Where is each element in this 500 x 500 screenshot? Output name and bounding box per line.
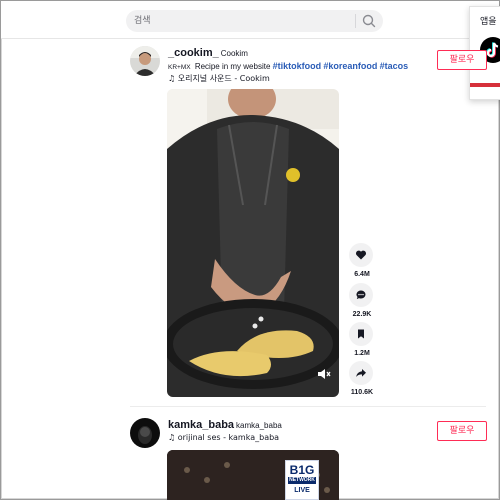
search-icon[interactable]: [361, 13, 377, 29]
music-link[interactable]: ♫ orijinal ses - kamka_baba: [168, 433, 279, 442]
hashtag-link[interactable]: #tacos: [380, 61, 409, 71]
search-divider: [355, 14, 356, 28]
share-count: 110.6K: [350, 389, 374, 396]
comment-button[interactable]: [349, 283, 373, 307]
popup-accent-bar: [470, 83, 500, 87]
post-caption: KR+MX Recipe in my website #tiktokfood #…: [168, 61, 408, 71]
save-count: 1.2M: [354, 350, 370, 357]
follow-button[interactable]: 팔로우: [437, 50, 487, 70]
avatar[interactable]: [130, 46, 160, 76]
heart-icon: [355, 250, 367, 260]
like-button[interactable]: [349, 243, 373, 267]
share-icon: [356, 369, 366, 377]
music-title[interactable]: orijinal ses - kamka_baba: [178, 433, 279, 442]
live-label: LIVE: [294, 487, 310, 494]
post-nickname: Cookim: [220, 49, 248, 58]
hashtag-link[interactable]: #tiktokfood: [273, 61, 322, 71]
top-bar: [1, 1, 499, 39]
video-player[interactable]: B1G NETWORK LIVE: [167, 450, 339, 500]
music-title[interactable]: 오리지널 사운드 - Cookim: [178, 74, 270, 83]
get-app-label: 앱을: [480, 17, 497, 27]
network-logo-text: NETWORK: [288, 477, 316, 484]
post-username[interactable]: _cookim_ Cookim: [168, 47, 248, 59]
music-link[interactable]: ♫ 오리지널 사운드 - Cookim: [168, 73, 270, 84]
username-text[interactable]: kamka_baba: [168, 419, 234, 431]
username-text[interactable]: _cookim_: [168, 47, 219, 59]
comment-action[interactable]: 22.9K: [349, 283, 375, 318]
post-nickname: kamka_baba: [236, 421, 282, 430]
mute-icon[interactable]: [317, 368, 331, 380]
b1g-network-logo: B1G NETWORK LIVE: [285, 460, 319, 500]
music-note-icon: ♫: [168, 433, 176, 442]
comment-icon: [356, 290, 366, 300]
search-input[interactable]: [134, 13, 354, 29]
share-action[interactable]: 110.6K: [349, 361, 375, 396]
search-box: [126, 10, 383, 32]
avatar[interactable]: [130, 418, 160, 448]
comment-count: 22.9K: [352, 311, 372, 318]
bookmark-icon: [358, 329, 364, 339]
caption-text: Recipe in my website: [194, 62, 271, 71]
like-count: 6.4M: [354, 271, 370, 278]
post-username[interactable]: kamka_baba kamka_baba: [168, 419, 282, 431]
like-action[interactable]: 6.4M: [349, 243, 375, 278]
video-thumbnail: [167, 89, 339, 397]
share-button[interactable]: [349, 361, 373, 385]
caption-prefix: KR+MX: [168, 64, 191, 71]
video-player[interactable]: [167, 89, 339, 397]
follow-button[interactable]: 팔로우: [437, 421, 487, 441]
music-note-icon: ♫: [168, 74, 176, 83]
save-action[interactable]: 1.2M: [349, 322, 375, 357]
save-button[interactable]: [349, 322, 373, 346]
post-divider: [130, 406, 486, 407]
hashtag-link[interactable]: #koreanfood: [323, 61, 377, 71]
b1g-logo-text: B1G: [289, 463, 315, 477]
